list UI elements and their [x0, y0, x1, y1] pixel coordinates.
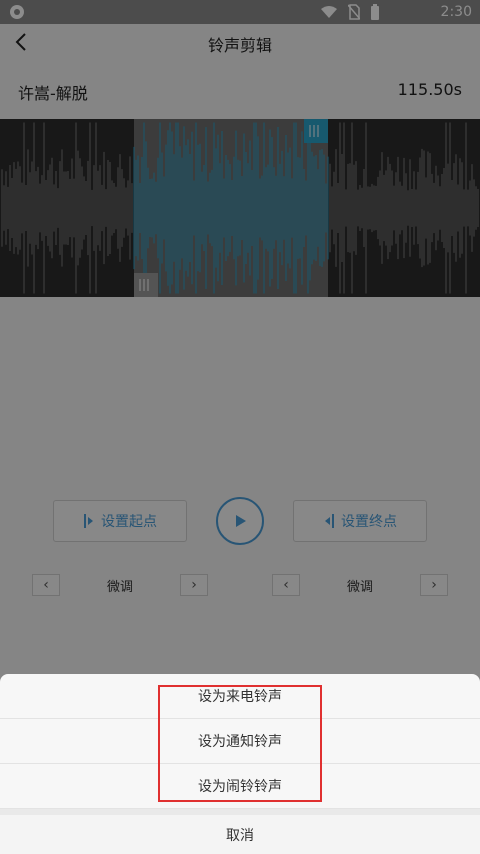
highlight-annotation [158, 685, 322, 802]
cancel-button[interactable]: 取消 [0, 815, 480, 854]
